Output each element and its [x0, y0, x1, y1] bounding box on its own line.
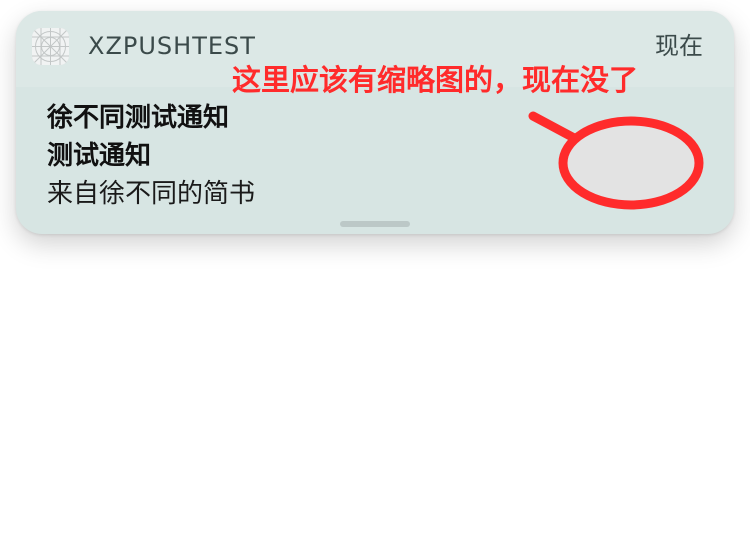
push-notification-banner[interactable]: XZPUSHTEST 现在 徐不同测试通知 测试通知 来自徐不同的简书	[16, 11, 734, 234]
notification-body: 徐不同测试通知 测试通知 来自徐不同的简书	[16, 87, 734, 234]
notification-subtitle: 测试通知	[47, 141, 152, 171]
app-icon	[32, 28, 69, 65]
screen: XZPUSHTEST 现在 徐不同测试通知 测试通知 来自徐不同的简书 这里应该…	[0, 0, 750, 558]
expand-grabber-handle[interactable]	[340, 221, 410, 227]
app-name: XZPUSHTEST	[88, 32, 256, 60]
placeholder-app-icon	[32, 28, 69, 65]
annotation-text: 这里应该有缩略图的，现在没了	[232, 63, 639, 97]
notification-body-text: 来自徐不同的简书	[47, 179, 256, 209]
notification-timestamp: 现在	[655, 32, 703, 60]
notification-title: 徐不同测试通知	[47, 103, 230, 133]
